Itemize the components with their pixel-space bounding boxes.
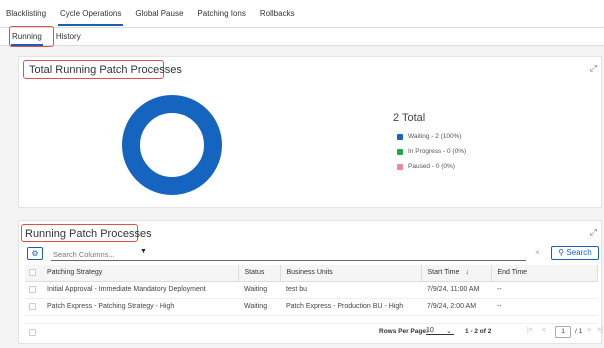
legend-item-paused[interactable]: Paused - 0 (0%) bbox=[397, 159, 466, 174]
processes-table: Patching Strategy Status Business Units … bbox=[25, 265, 598, 316]
table-footer: Rows Per Page: 10 ⌄ 1 - 2 of 2 |< < 1 / … bbox=[25, 323, 603, 341]
row-checkbox[interactable] bbox=[29, 286, 36, 293]
legend-item-waiting[interactable]: Waiting - 2 (100%) bbox=[397, 129, 466, 144]
cell-patching-strategy: Patch Express - Patching Strategy - High bbox=[41, 298, 238, 316]
column-header-label: Start Time bbox=[427, 269, 460, 277]
table-row[interactable]: Initial Approval - Immediate Mandatory D… bbox=[25, 281, 598, 299]
caret-down-icon[interactable]: ▼ bbox=[140, 248, 147, 255]
prev-page-icon[interactable]: < bbox=[542, 327, 546, 334]
search-input[interactable] bbox=[51, 248, 526, 261]
column-header-status[interactable]: Status bbox=[238, 265, 281, 282]
cell-status: Waiting bbox=[238, 298, 280, 316]
column-header-patching-strategy[interactable]: Patching Strategy bbox=[41, 265, 239, 282]
chevron-down-icon[interactable]: ⌄ bbox=[446, 327, 452, 335]
cell-patching-strategy: Initial Approval - Immediate Mandatory D… bbox=[41, 281, 238, 299]
legend-swatch bbox=[397, 163, 403, 170]
rows-per-page-label: Rows Per Page: bbox=[379, 328, 429, 335]
cell-business-units: test bu bbox=[280, 281, 421, 299]
tab-rollbacks[interactable]: Rollbacks bbox=[260, 0, 295, 28]
top-tab-bar: Blacklisting Cycle Operations Global Pau… bbox=[0, 0, 604, 28]
running-processes-panel: Running Patch Processes ⤢ ⚙ ▼ × ⚲ Search… bbox=[18, 220, 603, 344]
gear-icon: ⚙ bbox=[31, 249, 39, 258]
column-settings-button[interactable]: ⚙ bbox=[27, 247, 43, 260]
select-all-checkbox[interactable] bbox=[29, 269, 36, 277]
row-checkbox[interactable] bbox=[29, 303, 36, 310]
tab-blacklisting[interactable]: Blacklisting bbox=[6, 0, 46, 28]
last-page-icon[interactable]: >| bbox=[597, 327, 603, 334]
sort-down-icon[interactable]: ↓ bbox=[465, 269, 469, 276]
tab-global-pause[interactable]: Global Pause bbox=[135, 0, 183, 28]
cell-business-units: Patch Express - Production BU - High bbox=[280, 298, 421, 316]
chart-total: 2 Total bbox=[393, 112, 426, 124]
search-button-label: Search bbox=[566, 248, 592, 257]
panel-title: Total Running Patch Processes bbox=[29, 64, 182, 76]
search-button[interactable]: ⚲ Search bbox=[551, 246, 599, 260]
row-select-cell bbox=[25, 281, 41, 299]
chart-legend: Waiting - 2 (100%) In Progress - 0 (0%) … bbox=[397, 129, 466, 174]
legend-swatch bbox=[397, 148, 403, 155]
page-range: 1 - 2 of 2 bbox=[465, 328, 492, 335]
cell-start-time: 7/9/24, 2:00 AM bbox=[421, 298, 491, 316]
select-all-cell bbox=[25, 265, 41, 282]
footer-checkbox[interactable] bbox=[29, 329, 36, 336]
total-running-panel: Total Running Patch Processes ⤢ 2 Total … bbox=[18, 56, 602, 208]
expand-icon[interactable]: ⤢ bbox=[590, 227, 597, 238]
page-number-input[interactable]: 1 bbox=[555, 326, 571, 338]
clear-icon[interactable]: × bbox=[535, 248, 540, 257]
legend-label: Paused - 0 (0%) bbox=[408, 163, 455, 170]
tab-cycle-operations[interactable]: Cycle Operations bbox=[58, 0, 124, 28]
column-header-business-units[interactable]: Business Units bbox=[280, 265, 422, 282]
tab-history[interactable]: History bbox=[56, 28, 81, 46]
first-page-icon[interactable]: |< bbox=[527, 327, 533, 334]
highlight-box bbox=[9, 26, 54, 47]
row-select-cell bbox=[25, 298, 41, 316]
legend-label: In Progress - 0 (0%) bbox=[408, 148, 467, 155]
table-toolbar: ⚙ ▼ × ⚲ Search bbox=[25, 246, 599, 261]
sub-tab-bar: Running History bbox=[0, 28, 604, 46]
search-icon: ⚲ bbox=[558, 248, 565, 257]
donut-slice-waiting[interactable] bbox=[122, 95, 222, 195]
expand-icon[interactable]: ⤢ bbox=[590, 63, 597, 74]
cell-end-time: -- bbox=[491, 281, 598, 299]
legend-swatch bbox=[397, 133, 403, 140]
column-header-end-time[interactable]: End Time bbox=[491, 265, 598, 282]
panel-title: Running Patch Processes bbox=[25, 228, 152, 240]
page-count: / 1 bbox=[575, 328, 583, 335]
table-header-row: Patching Strategy Status Business Units … bbox=[25, 265, 598, 282]
cell-status: Waiting bbox=[238, 281, 280, 299]
cell-end-time: -- bbox=[491, 298, 598, 316]
legend-item-in-progress[interactable]: In Progress - 0 (0%) bbox=[397, 144, 466, 159]
table-row[interactable]: Patch Express - Patching Strategy - High… bbox=[25, 298, 598, 316]
legend-label: Waiting - 2 (100%) bbox=[408, 133, 462, 140]
cell-start-time: 7/9/24, 11:00 AM bbox=[421, 281, 491, 299]
next-page-icon[interactable]: > bbox=[587, 327, 591, 334]
column-header-start-time[interactable]: Start Time ↓ bbox=[421, 265, 492, 282]
donut-chart bbox=[122, 95, 222, 195]
tab-patching-ions[interactable]: Patching Ions bbox=[197, 0, 245, 28]
